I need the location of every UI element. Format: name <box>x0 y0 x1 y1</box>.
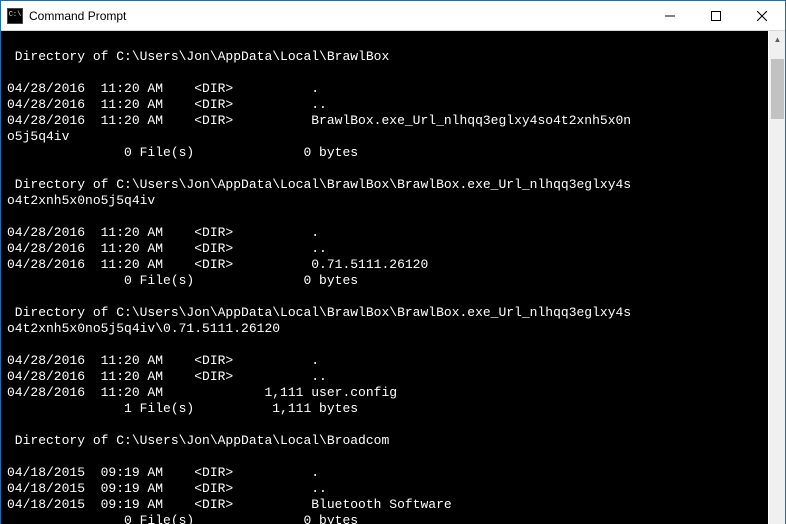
client-area: Directory of C:\Users\Jon\AppData\Local\… <box>1 31 785 524</box>
window-title: Command Prompt <box>29 9 126 23</box>
vertical-scrollbar[interactable]: ▲ ▼ <box>768 31 785 524</box>
app-icon <box>7 8 23 24</box>
titlebar[interactable]: Command Prompt <box>1 1 785 31</box>
maximize-button[interactable] <box>693 1 739 30</box>
scroll-thumb[interactable] <box>771 59 784 119</box>
minimize-button[interactable] <box>647 1 693 30</box>
scroll-up-icon[interactable]: ▲ <box>769 31 786 48</box>
close-button[interactable] <box>739 1 785 30</box>
window-frame: Command Prompt Directory of C:\Users\Jon… <box>0 0 786 524</box>
terminal-output[interactable]: Directory of C:\Users\Jon\AppData\Local\… <box>1 31 768 524</box>
